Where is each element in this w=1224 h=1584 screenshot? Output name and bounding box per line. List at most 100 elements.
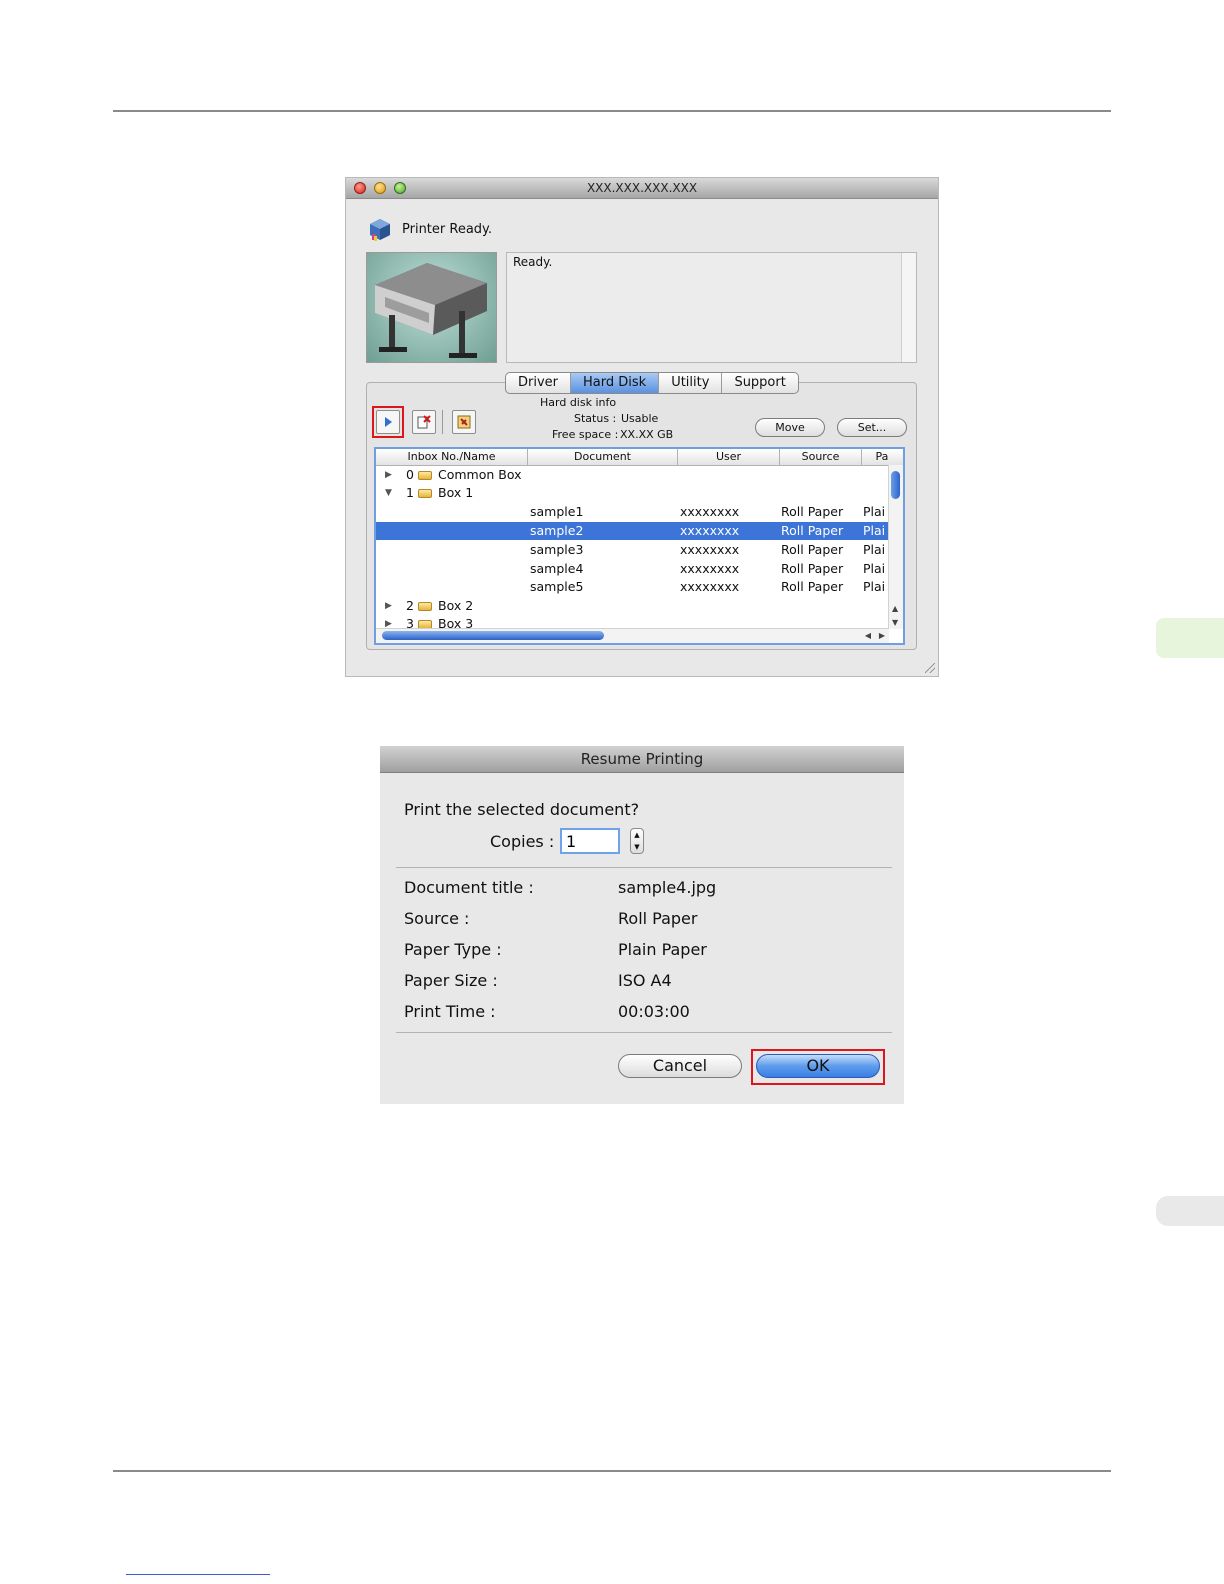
document-name: sample5 [530, 579, 584, 594]
message-scrollbar[interactable] [901, 253, 916, 362]
paper-type-label: Paper Type : [404, 940, 502, 959]
document-title-label: Document title : [404, 878, 534, 897]
document-user: xxxxxxxx [680, 561, 740, 576]
paper-size-label: Paper Size : [404, 971, 498, 990]
inbox-name: Box 2 [438, 598, 474, 613]
delete-job-button[interactable] [412, 410, 436, 434]
dialog-question: Print the selected document? [404, 800, 640, 819]
vertical-scrollbar[interactable]: ▲ ▼ [888, 465, 903, 629]
document-paper: Plai [863, 523, 886, 538]
stepper-up-icon[interactable]: ▲ [631, 829, 643, 841]
scroll-right-arrow-icon[interactable]: ▶ [879, 631, 885, 640]
inbox-name: Common Box [438, 467, 522, 482]
delete-document-icon [417, 415, 431, 429]
document-source: Roll Paper [781, 523, 844, 538]
source-value: Roll Paper [618, 909, 698, 928]
inbox-icon [418, 489, 432, 498]
tab-utility[interactable]: Utility [659, 373, 723, 393]
hard-disk-status-label: Status : [574, 412, 617, 425]
vertical-scroll-thumb[interactable] [891, 471, 900, 499]
dialog-divider-bottom [396, 1032, 892, 1033]
horizontal-scroll-thumb[interactable] [382, 631, 604, 640]
set-button[interactable]: Set... [837, 418, 907, 437]
printer-status-row: Printer Ready. [366, 214, 492, 244]
document-row[interactable]: sample3 xxxxxxxx Roll Paper Plai [376, 541, 889, 559]
hard-disk-status-value: Usable [621, 412, 659, 425]
copies-input[interactable] [560, 828, 620, 854]
document-user: xxxxxxxx [680, 579, 740, 594]
scroll-down-arrow-icon[interactable]: ▼ [892, 618, 898, 627]
document-row[interactable]: sample1 xxxxxxxx Roll Paper Plai [376, 503, 889, 521]
source-label: Source : [404, 909, 470, 928]
inbox-icon [418, 471, 432, 480]
inbox-row-box2[interactable]: ▶ 2 Box 2 [376, 597, 889, 615]
printer-illustration [375, 263, 487, 358]
hard-disk-info-heading: Hard disk info [540, 396, 617, 409]
document-name: sample4 [530, 561, 584, 576]
footer-link-underline [126, 1574, 270, 1575]
move-button[interactable]: Move [755, 418, 825, 437]
status-message-box: Ready. [506, 252, 917, 363]
chapter-tab [1156, 618, 1224, 658]
document-row[interactable]: sample5 xxxxxxxx Roll Paper Plai [376, 578, 889, 596]
resume-button-highlight [372, 406, 404, 438]
column-source[interactable]: Source [780, 449, 862, 465]
inbox-icon [418, 602, 432, 611]
expand-triangle-icon[interactable]: ▶ [385, 597, 392, 615]
scroll-left-arrow-icon[interactable]: ◀ [865, 631, 871, 640]
stepper-down-icon[interactable]: ▼ [631, 841, 643, 853]
resume-printing-dialog: Resume Printing Print the selected docum… [380, 746, 904, 1104]
tab-hard-disk[interactable]: Hard Disk [571, 373, 660, 393]
document-source: Roll Paper [781, 579, 844, 594]
column-document[interactable]: Document [528, 449, 678, 465]
horizontal-scrollbar[interactable]: ◀ ▶ [376, 628, 889, 643]
printer-status-text: Printer Ready. [402, 221, 493, 237]
copies-stepper[interactable]: ▲ ▼ [630, 828, 644, 854]
scroll-up-arrow-icon[interactable]: ▲ [892, 604, 898, 613]
document-properties-icon [457, 415, 471, 429]
inbox-number: 2 [406, 598, 414, 613]
tab-driver[interactable]: Driver [506, 373, 572, 393]
document-name: sample3 [530, 542, 584, 557]
document-row[interactable]: sample4 xxxxxxxx Roll Paper Plai [376, 560, 889, 578]
document-paper: Plai [863, 579, 886, 594]
resize-grip-icon[interactable] [925, 663, 935, 673]
print-time-value: 00:03:00 [618, 1002, 690, 1021]
column-user[interactable]: User [678, 449, 780, 465]
collapse-triangle-icon[interactable]: ▼ [385, 484, 392, 502]
print-time-label: Print Time : [404, 1002, 496, 1021]
paper-type-value: Plain Paper [618, 940, 707, 959]
free-space-value: XX.XX GB [620, 428, 674, 441]
paper-size-value: ISO A4 [618, 971, 672, 990]
copies-label: Copies : [490, 832, 555, 851]
status-monitor-window: XXX.XXX.XXX.XXX Printer Ready. Ready. Dr… [345, 177, 939, 677]
expand-triangle-icon[interactable]: ▶ [385, 466, 392, 484]
document-paper: Plai [863, 561, 886, 576]
inbox-number: 1 [406, 485, 414, 500]
tab-bar: Driver Hard Disk Utility Support [505, 372, 799, 394]
column-inbox-name[interactable]: Inbox No./Name [376, 449, 528, 465]
dialog-divider-top [396, 867, 892, 868]
printer-image [366, 252, 497, 363]
document-source: Roll Paper [781, 561, 844, 576]
document-name: sample1 [530, 504, 584, 519]
tab-support[interactable]: Support [722, 373, 797, 393]
document-user: xxxxxxxx [680, 504, 740, 519]
window-title: XXX.XXX.XXX.XXX [586, 181, 698, 195]
printer-status-icon [370, 219, 390, 241]
page-footer-rule [113, 1470, 1111, 1472]
inbox-row-box1[interactable]: ▼ 1 Box 1 [376, 484, 889, 502]
column-paper[interactable]: Pa [862, 449, 902, 465]
page-header-rule [113, 110, 1111, 112]
document-row-selected[interactable]: sample2 xxxxxxxx Roll Paper Plai [376, 522, 889, 540]
job-properties-button[interactable] [452, 410, 476, 434]
inbox-row-common[interactable]: ▶ 0 Common Box [376, 466, 889, 484]
free-space-label: Free space : [552, 428, 619, 441]
cancel-button[interactable]: Cancel [618, 1054, 742, 1078]
document-source: Roll Paper [781, 542, 844, 557]
document-source: Roll Paper [781, 504, 844, 519]
document-paper: Plai [863, 542, 886, 557]
window-titlebar: XXX.XXX.XXX.XXX [346, 178, 938, 199]
dialog-title: Resume Printing [380, 746, 904, 773]
job-list-table: Inbox No./Name Document User Source Pa ▶… [374, 447, 905, 645]
